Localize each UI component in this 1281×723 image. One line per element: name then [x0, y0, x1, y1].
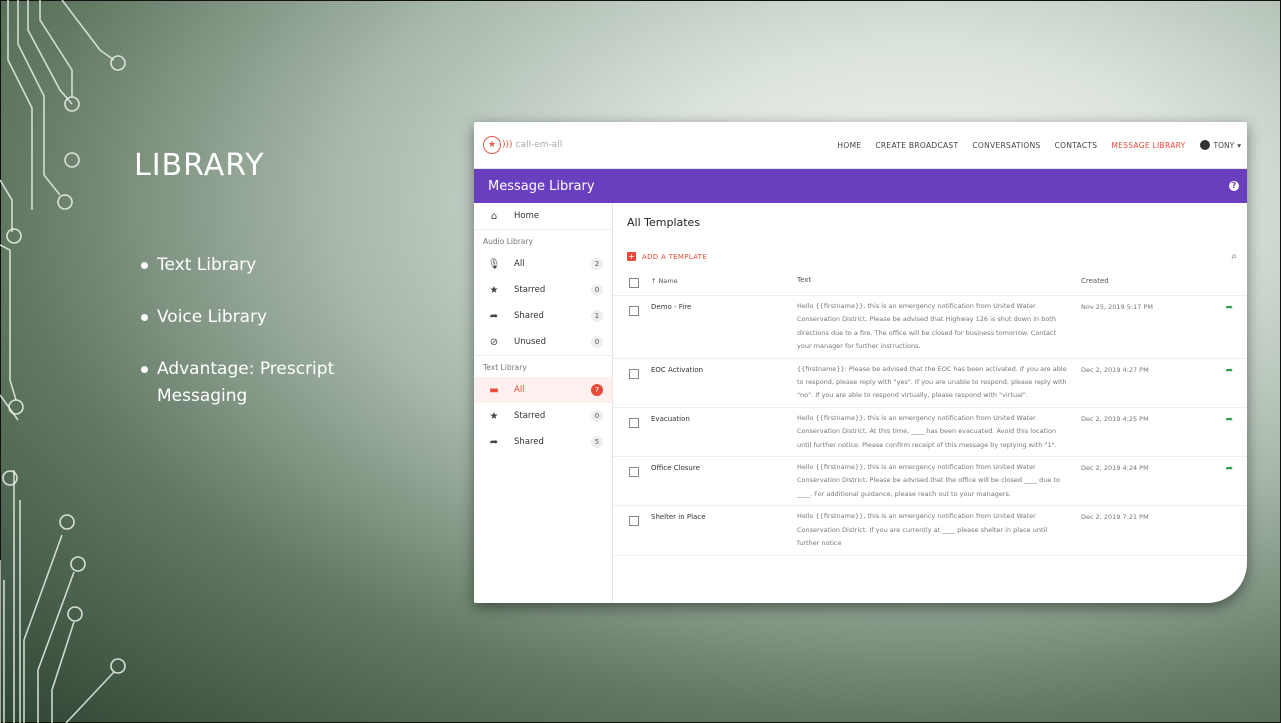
share-icon: ➦	[489, 436, 499, 448]
template-name[interactable]: Demo - Fire	[647, 296, 797, 358]
count-badge: 7	[591, 384, 603, 396]
circuit-decoration	[0, 0, 126, 723]
user-name: TONY	[1213, 140, 1235, 150]
add-icon[interactable]: +	[627, 252, 636, 261]
template-created: Nov 25, 2019 5:17 PM	[1081, 303, 1153, 311]
column-name[interactable]: Name	[659, 277, 678, 285]
signal-waves-icon: )))	[502, 140, 513, 150]
share-icon: ➦	[489, 310, 499, 322]
page-header: Message Library ?	[474, 169, 1247, 203]
template-text: Hello {{firstname}}, this is an emergenc…	[797, 512, 1048, 548]
star-icon: ★	[483, 136, 501, 154]
bullet-text-library: Text Library	[141, 252, 411, 279]
app-screenshot: ★ ))) call-em-all HOME CREATE BROADCAST …	[474, 122, 1247, 603]
template-created: Dec 2, 2019 4:25 PM	[1081, 414, 1149, 423]
mic-off-icon: ⊘	[489, 336, 499, 348]
table-header: ↑ Name Text Created	[613, 267, 1247, 296]
main-nav: HOME CREATE BROADCAST CONVERSATIONS CONT…	[823, 141, 1185, 150]
sidebar-item-audio-shared[interactable]: ➦ Shared 1	[474, 303, 612, 329]
table-row[interactable]: Evacuation Hello {{firstname}}, this is …	[613, 408, 1247, 458]
section-title: All Templates	[627, 216, 701, 229]
sidebar-item-audio-starred[interactable]: ★ Starred 0	[474, 277, 612, 303]
shared-arrow-icon[interactable]: ➦	[1193, 359, 1247, 407]
count-badge: 0	[591, 284, 603, 296]
nav-conversations[interactable]: CONVERSATIONS	[972, 141, 1040, 150]
star-icon: ★	[489, 410, 499, 422]
count-badge: 0	[591, 336, 603, 348]
home-icon: ⌂	[490, 210, 498, 222]
sidebar-item-audio-unused[interactable]: ⊘ Unused 0	[474, 329, 612, 355]
row-checkbox[interactable]	[629, 417, 639, 428]
sidebar-label: All	[514, 385, 525, 395]
shared-arrow-icon[interactable]: ➦	[1193, 296, 1247, 358]
text-library-heading: Text Library	[474, 355, 612, 377]
page-title: Message Library	[488, 178, 595, 194]
count-badge: 5	[591, 436, 603, 448]
sort-arrow-icon[interactable]: ↑	[651, 277, 656, 285]
sidebar-label: Shared	[514, 437, 544, 447]
user-avatar-icon	[1199, 140, 1210, 150]
bullet-advantage: Advantage: Prescript Messaging	[141, 356, 411, 410]
shared-arrow-icon[interactable]: ➦	[1193, 408, 1247, 456]
microphone-icon: 🎙	[487, 258, 501, 270]
template-text: Hello {{firstname}}, this is an emergenc…	[797, 463, 1060, 498]
table-row[interactable]: Demo - Fire Hello {{firstname}}, this is…	[613, 296, 1247, 359]
message-icon: ▬	[489, 384, 499, 396]
shared-arrow-icon[interactable]: ➦	[1193, 457, 1247, 505]
sidebar-item-text-all[interactable]: ▬ All 7	[474, 377, 612, 403]
sidebar-label: Starred	[514, 411, 546, 421]
template-text: {{firstname}}: Please be advised that th…	[797, 364, 1067, 400]
template-created: Dec 2, 2019 4:27 PM	[1081, 365, 1149, 374]
column-created: Created	[1081, 277, 1109, 285]
audio-library-heading: Audio Library	[474, 229, 612, 251]
brand-name: call-em-all	[515, 140, 563, 150]
nav-home[interactable]: HOME	[837, 141, 861, 150]
template-created: Dec 2, 2019 4:24 PM	[1081, 464, 1149, 473]
table-row[interactable]: Office Closure Hello {{firstname}}, this…	[613, 457, 1247, 507]
select-all-checkbox[interactable]	[629, 277, 639, 288]
user-menu[interactable]: TONY ▾	[1199, 140, 1241, 150]
add-template-button[interactable]: ADD A TEMPLATE	[642, 253, 707, 261]
help-icon[interactable]: ?	[1229, 181, 1239, 191]
row-checkbox[interactable]	[629, 516, 639, 527]
sidebar-item-home[interactable]: ⌂ Home	[474, 203, 612, 229]
row-checkbox[interactable]	[629, 368, 639, 379]
sidebar-label: Starred	[514, 285, 546, 295]
template-text: Hello {{firstname}}, this is an emergenc…	[797, 413, 1057, 449]
sidebar-label: Shared	[514, 311, 544, 321]
sidebar-item-audio-all[interactable]: 🎙 All 2	[474, 251, 612, 277]
count-badge: 1	[591, 310, 603, 322]
table-row[interactable]: EOC Activation {{firstname}}: Please be …	[613, 359, 1247, 408]
count-badge: 2	[591, 258, 603, 270]
star-icon: ★	[489, 284, 499, 296]
table-row[interactable]: Shelter in Place Hello {{firstname}}, th…	[613, 506, 1247, 556]
template-name[interactable]: Shelter in Place	[647, 506, 797, 554]
template-text: Hello {{firstname}}, this is an emergenc…	[797, 302, 1057, 351]
sidebar-item-text-starred[interactable]: ★ Starred 0	[474, 403, 612, 429]
nav-message-library[interactable]: MESSAGE LIBRARY	[1111, 141, 1185, 150]
sidebar: ⌂ Home Audio Library 🎙 All 2 ★ Starred 0…	[474, 203, 613, 603]
templates-panel: All Templates + ADD A TEMPLATE ⌕ ↑ Name …	[613, 203, 1247, 603]
slide-title: LIBRARY	[134, 148, 265, 183]
bullet-voice-library: Voice Library	[141, 304, 411, 331]
nav-create-broadcast[interactable]: CREATE BROADCAST	[875, 141, 958, 150]
column-text: Text	[797, 276, 812, 285]
row-checkbox[interactable]	[629, 467, 639, 478]
template-name[interactable]: Office Closure	[647, 457, 797, 505]
template-name[interactable]: EOC Activation	[647, 359, 797, 407]
search-icon[interactable]: ⌕	[1231, 251, 1237, 262]
sidebar-label: Home	[514, 211, 540, 221]
sidebar-item-text-shared[interactable]: ➦ Shared 5	[474, 429, 612, 455]
chevron-down-icon: ▾	[1237, 140, 1241, 150]
sidebar-label: Unused	[514, 337, 547, 347]
brand-logo[interactable]: ★ ))) call-em-all	[483, 136, 562, 154]
sidebar-label: All	[514, 259, 525, 269]
template-name[interactable]: Evacuation	[647, 408, 797, 456]
nav-contacts[interactable]: CONTACTS	[1055, 141, 1098, 150]
top-navbar: ★ ))) call-em-all HOME CREATE BROADCAST …	[474, 122, 1247, 169]
count-badge: 0	[591, 410, 603, 422]
template-created: Dec 2, 2019 7:21 PM	[1081, 513, 1149, 522]
row-checkbox[interactable]	[629, 306, 639, 316]
bullet-list: Text Library Voice Library Advantage: Pr…	[141, 252, 411, 435]
